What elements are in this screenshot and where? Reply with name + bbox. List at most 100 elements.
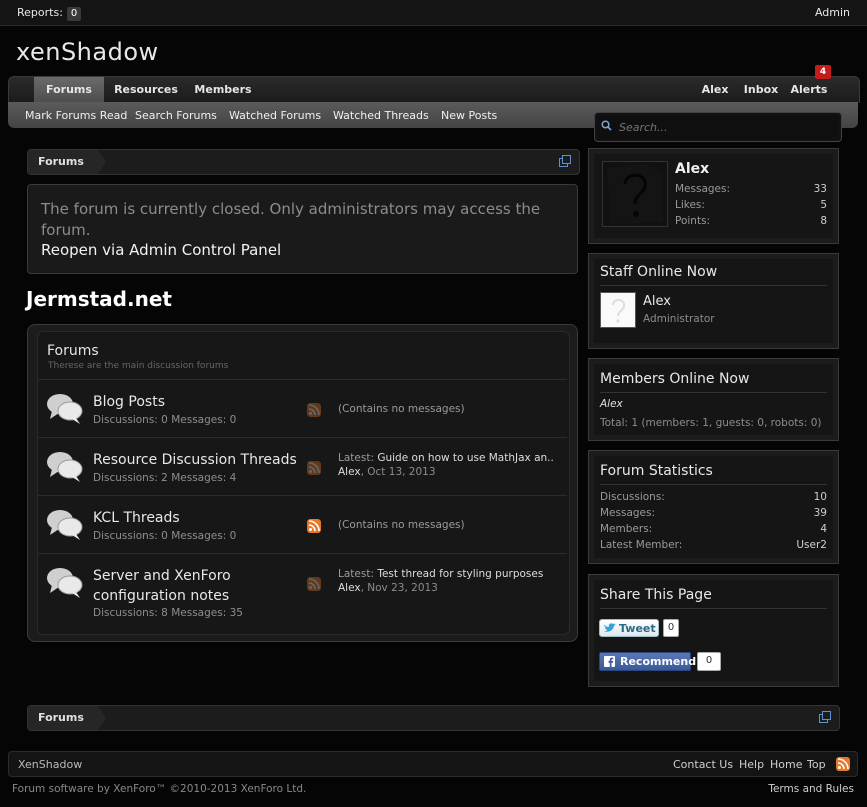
facebook-icon: [604, 656, 615, 667]
latest-member-link[interactable]: User2: [796, 539, 827, 551]
divider: [600, 392, 827, 393]
forum-stats: Discussions: 0 Messages: 0: [93, 414, 237, 426]
alerts-count-badge: 4: [815, 65, 831, 79]
footer-style-name[interactable]: XenShadow: [18, 758, 82, 771]
latest-user-link[interactable]: Alex: [338, 466, 361, 478]
divider: [600, 608, 827, 609]
footer-home[interactable]: Home: [770, 758, 802, 771]
admin-link[interactable]: Admin: [815, 6, 850, 19]
nav-user-alex[interactable]: Alex: [695, 77, 735, 103]
reports-label: Reports:: [17, 6, 63, 19]
members-online-title: Members Online Now: [600, 371, 750, 387]
subnav-search-forums[interactable]: Search Forums: [135, 109, 217, 122]
copyright[interactable]: Forum software by XenForo™ ©2010-2013 Xe…: [12, 783, 306, 795]
nav-alerts[interactable]: Alerts: [789, 77, 829, 103]
rss-icon[interactable]: [307, 577, 321, 591]
breadcrumb-top: Forums: [27, 149, 580, 175]
stat-value: 33: [813, 183, 827, 195]
forum-title[interactable]: Resource Discussion Threads: [93, 450, 297, 470]
avatar-placeholder-icon: [612, 298, 626, 323]
forum-stats-title: Forum Statistics: [600, 463, 713, 479]
staff-name[interactable]: Alex: [643, 294, 671, 309]
forum-read-icon: [47, 568, 83, 598]
rss-icon[interactable]: [836, 757, 850, 771]
stat-label: Messages:: [600, 507, 656, 519]
stat-value: 10: [813, 491, 827, 503]
stat-label: Points:: [675, 215, 711, 227]
breadcrumb-forums[interactable]: Forums: [28, 706, 98, 730]
share-title: Share This Page: [600, 587, 712, 603]
subnav-new-posts[interactable]: New Posts: [441, 109, 497, 122]
forum-title[interactable]: KCL Threads: [93, 508, 180, 528]
stat-value: 4: [820, 523, 827, 535]
tweet-label: Tweet: [619, 622, 656, 635]
latest-meta: Alex, Nov 23, 2013: [338, 582, 438, 594]
jump-to-icon[interactable]: [819, 711, 831, 723]
stat-label: Members:: [600, 523, 653, 535]
tab-forums[interactable]: Forums: [34, 77, 104, 103]
stat-label: Discussions:: [600, 491, 665, 503]
tweet-button[interactable]: Tweet: [599, 619, 659, 637]
stat-discussions: Discussions: 10: [600, 491, 827, 503]
closed-notice: The forum is currently closed. Only admi…: [27, 184, 578, 274]
subnav-watched-threads[interactable]: Watched Threads: [333, 109, 429, 122]
forum-read-icon: [47, 452, 83, 482]
rss-icon[interactable]: [307, 461, 321, 475]
recommend-label: Recommend: [620, 655, 697, 668]
staff-online-title: Staff Online Now: [600, 264, 718, 280]
visitor-likes: Likes: 5: [675, 199, 827, 211]
stat-value: 5: [820, 199, 827, 211]
avatar-placeholder-icon: [607, 164, 663, 224]
site-logo[interactable]: xenShadow: [16, 38, 159, 66]
forum-row: Resource Discussion Threads Discussions:…: [38, 437, 567, 496]
divider: [600, 285, 827, 286]
latest-thread-link[interactable]: Guide on how to use MathJax an...: [377, 452, 553, 464]
forum-stats: Discussions: 0 Messages: 0: [93, 530, 237, 542]
nav-inbox[interactable]: Inbox: [741, 77, 781, 103]
rss-icon[interactable]: [307, 519, 321, 533]
forum-title-line1: Server and XenForo: [93, 568, 231, 584]
forum-stats: Discussions: 8 Messages: 35: [93, 607, 243, 619]
category-description: Therese are the main discussion forums: [48, 361, 229, 371]
reports-link[interactable]: Reports: 0: [17, 6, 82, 21]
category-title[interactable]: Forums: [47, 343, 99, 359]
forum-title-line2: configuration notes: [93, 588, 230, 604]
footer-bar: XenShadow Contact Us Help Home Top: [8, 751, 858, 777]
tab-resources[interactable]: Resources: [110, 77, 182, 103]
footer-help[interactable]: Help: [739, 758, 764, 771]
search-input[interactable]: [617, 118, 835, 136]
rss-icon[interactable]: [307, 403, 321, 417]
subnav-watched-forums[interactable]: Watched Forums: [229, 109, 321, 122]
latest-date[interactable]: , Nov 23, 2013: [361, 582, 438, 594]
breadcrumb-forums[interactable]: Forums: [28, 150, 98, 174]
staff-online-panel: Staff Online Now Alex Administrator: [588, 253, 839, 349]
footer-top[interactable]: Top: [807, 758, 826, 771]
avatar[interactable]: [602, 161, 668, 227]
staff-avatar[interactable]: [600, 292, 636, 328]
search-box: [594, 112, 842, 142]
divider: [600, 484, 827, 485]
footer-contact-us[interactable]: Contact Us: [673, 758, 733, 771]
visitor-messages: Messages: 33: [675, 183, 827, 195]
visitor-points: Points: 8: [675, 215, 827, 227]
jump-to-icon[interactable]: [559, 155, 571, 167]
latest-user-link[interactable]: Alex: [338, 582, 361, 594]
reports-count: 0: [66, 7, 82, 21]
subnav-mark-read[interactable]: Mark Forums Read: [25, 109, 127, 122]
forum-title[interactable]: Blog Posts: [93, 392, 165, 412]
visitor-name[interactable]: Alex: [675, 161, 709, 177]
latest-thread-link[interactable]: Test thread for styling purposes: [377, 568, 543, 580]
facebook-recommend-button[interactable]: Recommend: [599, 652, 696, 671]
tab-members[interactable]: Members: [189, 77, 257, 103]
reopen-link[interactable]: Reopen via Admin Control Panel: [41, 241, 281, 259]
breadcrumb-arrow: [98, 706, 106, 730]
forum-title[interactable]: Server and XenForo configuration notes: [93, 566, 231, 606]
latest-date[interactable]: , Oct 13, 2013: [361, 466, 436, 478]
stat-latest-member: Latest Member: User2: [600, 539, 827, 551]
visitor-panel: Alex Messages: 33 Likes: 5 Points: 8: [588, 148, 839, 244]
terms-link[interactable]: Terms and Rules: [768, 783, 854, 795]
no-messages: (Contains no messages): [338, 519, 465, 531]
stat-label: Likes:: [675, 199, 705, 211]
stat-messages: Messages: 39: [600, 507, 827, 519]
online-member-alex[interactable]: Alex: [600, 398, 623, 410]
